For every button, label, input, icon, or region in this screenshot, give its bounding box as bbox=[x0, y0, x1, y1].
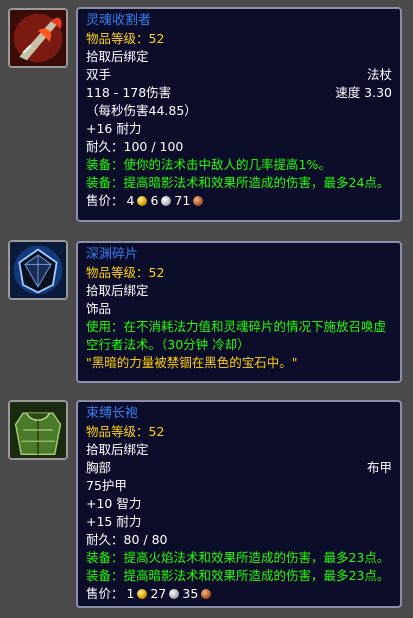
damage-row: 118 - 178伤害 速度 3.30 bbox=[86, 84, 392, 102]
item-name: 深渊碎片 bbox=[86, 247, 139, 262]
armor-type: 布甲 bbox=[366, 460, 392, 475]
sell-label: 售价： bbox=[86, 193, 124, 208]
item-name: 灵魂收割者 bbox=[86, 13, 152, 28]
item-tooltip-soul-reaper: 灵魂收割者 物品等级：52 拾取后绑定 双手 法杖 118 - 178伤害 速度… bbox=[76, 7, 402, 222]
silver-amount: 27 bbox=[150, 586, 167, 601]
copper-coin-icon bbox=[193, 196, 204, 206]
item-level: 物品等级：52 bbox=[86, 265, 165, 280]
item-tooltip-bound-robe: 束缚长袍 物品等级：52 拾取后绑定 胸部 布甲 75护甲 +10 智力 +15… bbox=[76, 400, 402, 608]
equip-effect: 装备：使你的法术击中敌人的几率提高1%。 bbox=[86, 157, 331, 172]
item-name: 束缚长袍 bbox=[86, 406, 139, 421]
gold-amount: 4 bbox=[126, 193, 135, 208]
equip-effect: 装备：提高暗影法术和效果所造成的伤害，最多23点。 bbox=[86, 568, 390, 583]
blue-gem-shard-icon[interactable] bbox=[8, 240, 68, 300]
item-tooltip-abyssal-shard: 深渊碎片 物品等级：52 拾取后绑定 饰品 使用：在不消耗法力值和灵魂碎片的情况… bbox=[76, 241, 402, 383]
equip-effect: 装备：提高火焰法术和效果所造成的伤害，最多23点。 bbox=[86, 550, 390, 565]
copper-amount: 71 bbox=[174, 193, 191, 208]
sell-label: 售价： bbox=[86, 586, 124, 601]
durability: 耐久：80 / 80 bbox=[86, 532, 168, 547]
stat-intellect: +10 智力 bbox=[86, 496, 142, 511]
bind-type: 拾取后绑定 bbox=[86, 283, 149, 298]
slot: 双手 bbox=[86, 67, 112, 82]
silver-coin-icon bbox=[161, 196, 172, 206]
flavor-text: "黑暗的力量被禁锢在黑色的宝石中。" bbox=[86, 355, 298, 370]
red-scythe-weapon-icon[interactable] bbox=[8, 8, 68, 68]
gold-amount: 1 bbox=[126, 586, 135, 601]
slot-row: 双手 法杖 bbox=[86, 66, 392, 84]
damage: 118 - 178伤害 bbox=[86, 85, 172, 100]
bind-type: 拾取后绑定 bbox=[86, 49, 149, 64]
armor-value: 75护甲 bbox=[86, 478, 127, 493]
bind-type: 拾取后绑定 bbox=[86, 442, 149, 457]
weapon-type: 法杖 bbox=[366, 67, 392, 82]
speed: 速度 3.30 bbox=[335, 85, 392, 100]
equip-effect: 装备：提高暗影法术和效果所造成的伤害，最多24点。 bbox=[86, 175, 390, 190]
slot: 胸部 bbox=[86, 460, 112, 475]
green-robe-icon[interactable] bbox=[8, 400, 68, 460]
slot: 饰品 bbox=[86, 301, 112, 316]
gold-coin-icon bbox=[137, 589, 148, 599]
slot-row: 胸部 布甲 bbox=[86, 459, 392, 477]
item-level: 物品等级：52 bbox=[86, 31, 165, 46]
silver-coin-icon bbox=[169, 589, 180, 599]
copper-amount: 35 bbox=[182, 586, 199, 601]
stat-stamina: +15 耐力 bbox=[86, 514, 142, 529]
stat-stamina: +16 耐力 bbox=[86, 121, 142, 136]
gold-coin-icon bbox=[137, 196, 148, 206]
silver-amount: 6 bbox=[150, 193, 159, 208]
sell-price: 售价： 1 27 35 bbox=[86, 585, 392, 603]
dps: （每秒伤害44.85） bbox=[86, 103, 197, 118]
copper-coin-icon bbox=[201, 589, 212, 599]
sell-price: 售价： 4 6 71 bbox=[86, 192, 392, 210]
use-effect: 使用：在不消耗法力值和灵魂碎片的情况下施放召唤虚空行者法术。（30分钟 冷却） bbox=[86, 319, 387, 352]
durability: 耐久：100 / 100 bbox=[86, 139, 184, 154]
item-level: 物品等级：52 bbox=[86, 424, 165, 439]
